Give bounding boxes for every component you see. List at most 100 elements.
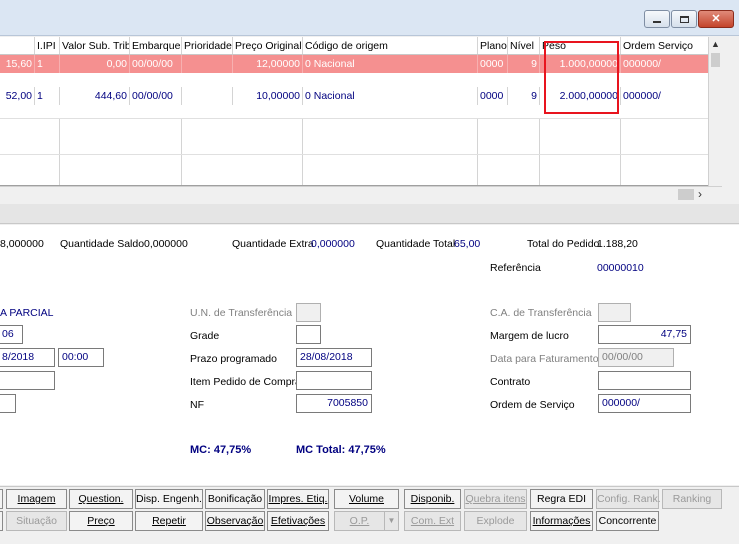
regra-edi-button[interactable]: Regra EDI xyxy=(530,489,593,509)
com-ext-button-label: Com. Ext xyxy=(410,515,455,527)
cell-ipi: 1 xyxy=(35,55,60,73)
data-faturamento-field: 00/00/00 xyxy=(598,348,674,367)
qtd-saldo-value: 0,000000 xyxy=(144,238,188,250)
grade-field[interactable] xyxy=(296,325,321,344)
empty-left-field[interactable] xyxy=(0,371,55,390)
close-icon: ✕ xyxy=(711,12,721,25)
concorrente-button[interactable]: Concorrente xyxy=(596,511,659,531)
regra-edi-button-label: Regra EDI xyxy=(536,493,587,505)
referencia-label: Referência xyxy=(490,262,541,274)
disp-engenh-button[interactable]: Disp. Engenh. xyxy=(135,489,203,509)
qtd-extra-label: Quantidade Extra xyxy=(232,238,314,250)
cropped-button[interactable] xyxy=(0,511,3,531)
contrato-field[interactable] xyxy=(598,371,691,390)
cropped-button[interactable] xyxy=(0,489,3,509)
cell-ipi: 1 xyxy=(35,87,60,105)
bonificacao-button[interactable]: Bonificação xyxy=(205,489,265,509)
grid-vertical-scrollbar[interactable]: ▲ xyxy=(708,37,722,186)
col-header-embarque[interactable]: Embarque xyxy=(130,37,182,54)
col-header-prioridade[interactable]: Prioridade xyxy=(182,37,233,54)
config-rank-button-label: Config. Rank. xyxy=(597,493,661,505)
cell-ordem-servico: 000000/ xyxy=(623,90,661,102)
prazo-label: Prazo programado xyxy=(190,353,277,365)
preco-button[interactable]: Preço xyxy=(69,511,133,531)
informacoes-button[interactable]: Informações xyxy=(530,511,593,531)
empty-left-field-2[interactable] xyxy=(0,394,16,413)
op-dropdown-button: ▼ xyxy=(385,511,399,531)
op-button-label: O.P. xyxy=(349,515,370,527)
nf-label: NF xyxy=(190,399,204,411)
minimize-icon xyxy=(653,21,661,23)
cell-codigo-origem: 0 Nacional xyxy=(303,87,478,105)
parcial-label: A PARCIAL xyxy=(0,307,54,319)
section-divider xyxy=(0,204,739,224)
quebra-itens-button-label: Quebra itens xyxy=(465,493,526,505)
cell-nivel: 9 xyxy=(508,87,540,105)
prazo-field[interactable]: 28/08/2018 xyxy=(296,348,372,367)
nf-field[interactable]: 7005850 xyxy=(296,394,372,413)
cell-embarque: 00/00/00 xyxy=(130,87,182,105)
item-pedido-field[interactable] xyxy=(296,371,372,390)
observacao-button[interactable]: Observação xyxy=(205,511,265,531)
col-header-plano[interactable]: Plano xyxy=(478,37,508,54)
referencia-value: 00000010 xyxy=(597,262,644,274)
date-left-field[interactable]: 8/2018 xyxy=(0,348,55,367)
cell-ordem-servico: 000000/ xyxy=(623,58,661,70)
field-06[interactable]: 06 xyxy=(0,325,23,344)
col-header-nivel[interactable]: Nível xyxy=(508,37,540,54)
question-button[interactable]: Question. xyxy=(69,489,133,509)
empty-row xyxy=(0,155,722,185)
cell-prioridade xyxy=(182,55,233,73)
efetivacoes-button[interactable]: Efetivações xyxy=(267,511,329,531)
time-left-field[interactable]: 00:00 xyxy=(58,348,104,367)
scroll-thumb[interactable] xyxy=(711,53,720,67)
disponib-button[interactable]: Disponib. xyxy=(404,489,461,509)
scroll-up-icon[interactable]: ▲ xyxy=(711,39,720,49)
efetivacoes-button-label: Efetivações xyxy=(270,515,326,527)
qtd-total-label: Quantidade Total xyxy=(376,238,456,250)
maximize-button[interactable] xyxy=(671,10,697,28)
mc-value: MC: 47,75% xyxy=(190,444,252,456)
annotation-highlight-box xyxy=(544,41,619,114)
impres-etiq-button-label: Impres. Etiq. xyxy=(268,493,328,505)
repetir-button[interactable]: Repetir xyxy=(135,511,203,531)
col-header-codigo-origem[interactable]: Código de origem xyxy=(303,37,478,54)
cell-preco-original: 12,00000 xyxy=(233,55,303,73)
col-header-valor-sub-trib[interactable]: Valor Sub. Trib. xyxy=(60,37,130,54)
minimize-button[interactable] xyxy=(644,10,670,28)
scroll-right-icon[interactable]: › xyxy=(698,187,702,201)
qtd-prev-value: 8,000000 xyxy=(0,238,44,250)
contrato-label: Contrato xyxy=(490,376,531,388)
ranking-button: Ranking xyxy=(662,489,722,509)
impres-etiq-button[interactable]: Impres. Etiq. xyxy=(267,489,329,509)
col-header-ordem-servico[interactable]: Ordem Serviço xyxy=(621,37,708,54)
scroll-thumb[interactable] xyxy=(678,189,694,200)
ordem-servico-label: Ordem de Serviço xyxy=(490,399,575,411)
disponib-button-label: Disponib. xyxy=(410,493,455,505)
cell-valor-sub-trib: 444,60 xyxy=(60,87,130,105)
disp-engenh-button-label: Disp. Engenh. xyxy=(136,493,202,505)
imagem-button-label: Imagem xyxy=(17,493,56,505)
action-button-bar: Imagem Question. Disp. Engenh. Bonificaç… xyxy=(0,486,739,544)
close-button[interactable]: ✕ xyxy=(698,10,734,28)
situacao-button: Situação xyxy=(6,511,67,531)
cell-embarque: 00/00/00 xyxy=(130,55,182,73)
situacao-button-label: Situação xyxy=(16,515,57,527)
qtd-extra-value: 0,000000 xyxy=(311,238,355,250)
item-pedido-label: Item Pedido de Compra xyxy=(190,376,301,388)
ranking-button-label: Ranking xyxy=(672,493,712,505)
col-header-preco-original[interactable]: Preço Original xyxy=(233,37,303,54)
preco-button-label: Preço xyxy=(87,515,115,527)
grid-horizontal-scrollbar[interactable]: › xyxy=(0,186,722,202)
col-header-ipi[interactable]: I.IPI xyxy=(35,37,60,54)
imagem-button[interactable]: Imagem xyxy=(6,489,67,509)
com-ext-button: Com. Ext xyxy=(404,511,461,531)
qtd-saldo-label: Quantidade Saldo xyxy=(60,238,145,250)
mc-total-value: MC Total: 47,75% xyxy=(296,444,386,456)
volume-button[interactable]: Volume xyxy=(334,489,399,509)
volume-button-label: Volume xyxy=(348,493,385,505)
ordem-servico-field[interactable]: 000000/ xyxy=(598,394,691,413)
ca-transferencia-label: C.A. de Transferência xyxy=(490,307,592,319)
col-header-prev[interactable] xyxy=(0,37,35,54)
margem-field[interactable]: 47,75 xyxy=(598,325,691,344)
